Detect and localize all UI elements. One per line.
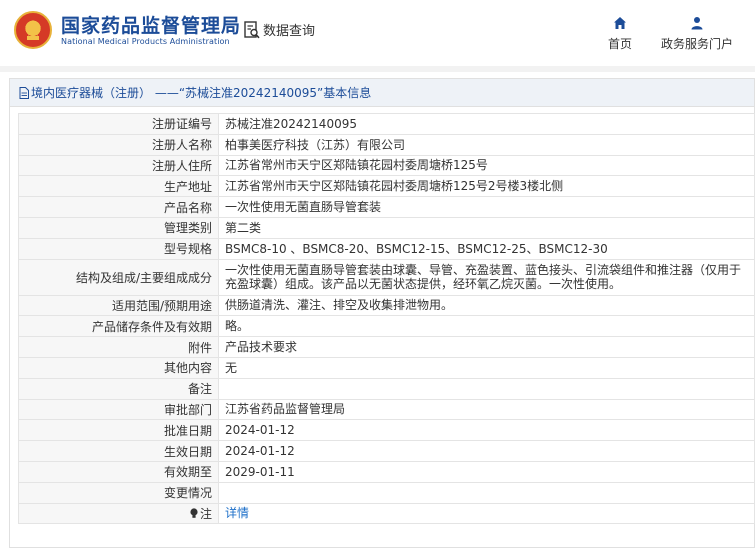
table-row: 备注 [18, 377, 755, 400]
row-label: 注 [18, 502, 219, 525]
data-query-label: 数据查询 [263, 24, 316, 39]
row-label: 审批部门 [18, 398, 219, 421]
table-row: 注册人住所 江苏省常州市天宁区郑陆镇花园村委周塘桥125号 [18, 154, 755, 177]
row-value: 略。 [218, 315, 755, 338]
table-row: 批准日期 2024-01-12 [18, 419, 755, 442]
document-icon [19, 86, 29, 99]
table-row-note: 注 详情 [18, 502, 755, 525]
table-row: 注册证编号 苏械注准20242140095 [18, 113, 755, 135]
row-label: 注册人名称 [18, 133, 219, 156]
row-value: 江苏省药品监督管理局 [218, 398, 755, 421]
row-label: 产品名称 [18, 196, 219, 218]
lightbulb-icon [190, 508, 198, 518]
row-value: 供肠道清洗、灌注、排空及收集排泄物用。 [218, 294, 755, 317]
row-value: 一次性使用无菌直肠导管套装 [218, 196, 755, 218]
table-row: 生产地址 江苏省常州市天宁区郑陆镇花园村委周塘桥125号2号楼3楼北侧 [18, 175, 755, 198]
site-subtitle: National Medical Products Administration [61, 37, 230, 46]
details-link[interactable]: 详情 [225, 506, 249, 520]
table-row: 注册人名称 柏事美医疗科技（江苏）有限公司 [18, 133, 755, 156]
row-value: 柏事美医疗科技（江苏）有限公司 [218, 133, 755, 156]
table-row: 适用范围/预期用途 供肠道清洗、灌注、排空及收集排泄物用。 [18, 294, 755, 317]
row-value: 苏械注准20242140095 [218, 113, 755, 135]
row-label: 附件 [18, 336, 219, 358]
row-value: 江苏省常州市天宁区郑陆镇花园村委周塘桥125号 [218, 154, 755, 177]
row-label: 生效日期 [18, 440, 219, 462]
national-emblem-logo [14, 11, 52, 49]
breadcrumb-text: 境内医疗器械（注册） ——“苏械注准20242140095”基本信息 [31, 86, 372, 100]
table-row: 管理类别 第二类 [18, 216, 755, 239]
row-value: 江苏省常州市天宁区郑陆镇花园村委周塘桥125号2号楼3楼北侧 [218, 175, 755, 198]
row-label: 注册证编号 [18, 113, 219, 135]
row-label: 变更情况 [18, 481, 219, 504]
row-label: 适用范围/预期用途 [18, 294, 219, 317]
nav-home[interactable]: 首页 [608, 16, 632, 52]
row-value: 产品技术要求 [218, 336, 755, 358]
site-header: 国家药品监督管理局 National Medical Products Admi… [0, 0, 755, 66]
row-value: 无 [218, 356, 755, 379]
breadcrumb: 境内医疗器械（注册） ——“苏械注准20242140095”基本信息 [10, 79, 754, 107]
row-value: 详情 [218, 502, 755, 525]
row-value: 一次性使用无菌直肠导管套装由球囊、导管、充盈装置、蓝色接头、引流袋组件和推注器（… [218, 258, 755, 296]
nav-service-portal[interactable]: 政务服务门户 [661, 16, 733, 52]
table-row: 其他内容无 [18, 356, 755, 379]
table-row: 变更情况 [18, 481, 755, 504]
row-label: 备注 [18, 377, 219, 400]
detail-panel: 境内医疗器械（注册） ——“苏械注准20242140095”基本信息 注册证编号… [9, 78, 755, 548]
row-value: 2024-01-12 [218, 440, 755, 462]
table-row: 有效期至 2029-01-11 [18, 460, 755, 483]
row-label: 产品储存条件及有效期 [18, 315, 219, 338]
registration-info-table: 注册证编号 苏械注准20242140095 注册人名称 柏事美医疗科技（江苏）有限公司… [18, 113, 755, 525]
table-row: 审批部门 江苏省药品监督管理局 [18, 398, 755, 421]
row-label: 型号规格 [18, 237, 219, 260]
table-row: 产品储存条件及有效期 略。 [18, 315, 755, 338]
document-search-icon [244, 20, 260, 38]
table-row: 产品名称 一次性使用无菌直肠导管套装 [18, 196, 755, 218]
header-divider [0, 66, 755, 72]
row-value [218, 481, 755, 504]
table-row: 生效日期 2024-01-12 [18, 440, 755, 462]
table-row: 型号规格 BSMC8-10 、BSMC8-20、BSMC12-15、BSMC12-… [18, 237, 755, 260]
row-label: 其他内容 [18, 356, 219, 379]
data-query-link[interactable]: 数据查询 [244, 20, 315, 39]
row-label: 结构及组成/主要组成成分 [18, 258, 219, 296]
row-value [218, 377, 755, 400]
row-value: 2029-01-11 [218, 460, 755, 483]
row-label: 注册人住所 [18, 154, 219, 177]
row-label: 批准日期 [18, 419, 219, 442]
row-label: 管理类别 [18, 216, 219, 239]
note-label: 注 [199, 506, 212, 521]
home-icon [614, 17, 626, 29]
row-label: 生产地址 [18, 175, 219, 198]
row-value: 2024-01-12 [218, 419, 755, 442]
table-row: 结构及组成/主要组成成分 一次性使用无菌直肠导管套装由球囊、导管、充盈装置、蓝色接… [18, 258, 755, 296]
row-label: 有效期至 [18, 460, 219, 483]
row-value: 第二类 [218, 216, 755, 239]
nav-service-portal-label: 政务服务门户 [661, 37, 734, 51]
nav-home-label: 首页 [608, 37, 633, 51]
row-value: BSMC8-10 、BSMC8-20、BSMC12-15、BSMC12-25、B… [218, 237, 755, 260]
site-title: 国家药品监督管理局 [61, 15, 242, 37]
table-row: 附件 产品技术要求 [18, 336, 755, 358]
user-icon [691, 17, 703, 30]
